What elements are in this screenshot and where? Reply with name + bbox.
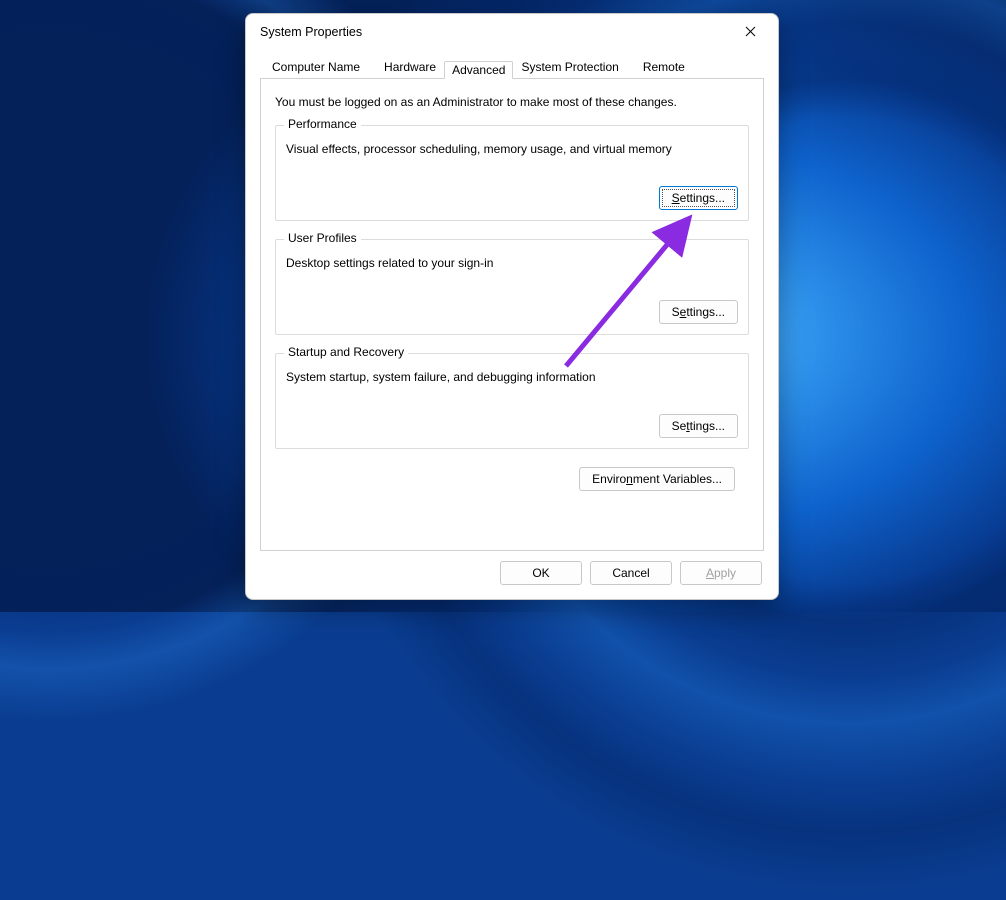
- performance-group-label: Performance: [284, 117, 361, 131]
- system-properties-dialog: System Properties Computer Name Hardware…: [245, 13, 779, 600]
- performance-group-desc: Visual effects, processor scheduling, me…: [286, 142, 738, 156]
- dialog-title: System Properties: [260, 25, 362, 39]
- admin-notice: You must be logged on as an Administrato…: [275, 95, 749, 109]
- tab-hardware[interactable]: Hardware: [372, 54, 448, 79]
- tab-strip: Computer Name Hardware Advanced System P…: [246, 53, 778, 78]
- performance-settings-button[interactable]: Settings...: [659, 186, 738, 210]
- startup-recovery-group-label: Startup and Recovery: [284, 345, 408, 359]
- tab-computer-name[interactable]: Computer Name: [260, 54, 372, 79]
- tab-remote[interactable]: Remote: [631, 54, 697, 79]
- ok-button[interactable]: OK: [500, 561, 582, 585]
- cancel-button[interactable]: Cancel: [590, 561, 672, 585]
- titlebar: System Properties: [246, 14, 778, 49]
- user-profiles-group-label: User Profiles: [284, 231, 361, 245]
- environment-variables-button[interactable]: Environment Variables...: [579, 467, 735, 491]
- tab-panel-advanced: You must be logged on as an Administrato…: [260, 78, 764, 551]
- startup-recovery-group-desc: System startup, system failure, and debu…: [286, 370, 738, 384]
- tab-system-protection[interactable]: System Protection: [509, 54, 630, 79]
- tab-advanced[interactable]: Advanced: [444, 61, 513, 79]
- apply-button[interactable]: Apply: [680, 561, 762, 585]
- user-profiles-group-desc: Desktop settings related to your sign-in: [286, 256, 738, 270]
- close-button[interactable]: [730, 18, 770, 46]
- user-profiles-settings-button[interactable]: Settings...: [659, 300, 738, 324]
- startup-recovery-group: Startup and Recovery System startup, sys…: [275, 353, 749, 449]
- performance-group: Performance Visual effects, processor sc…: [275, 125, 749, 221]
- startup-recovery-settings-button[interactable]: Settings...: [659, 414, 738, 438]
- dialog-button-bar: OK Cancel Apply: [246, 551, 778, 599]
- close-icon: [745, 26, 756, 37]
- user-profiles-group: User Profiles Desktop settings related t…: [275, 239, 749, 335]
